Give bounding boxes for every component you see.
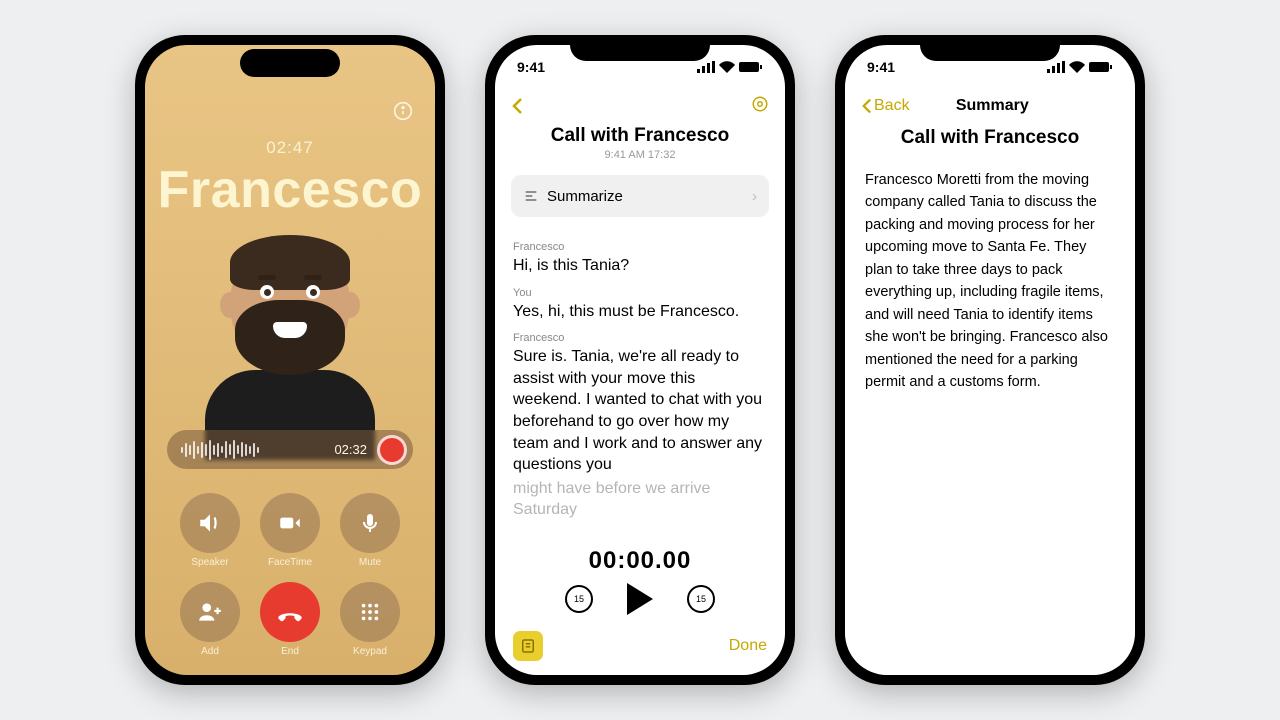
speaker-label: You <box>513 287 767 299</box>
skip-forward-button[interactable]: 15 <box>687 585 715 613</box>
speaker-button[interactable]: Speaker <box>177 493 243 568</box>
playback-time: 00:00.00 <box>495 547 785 575</box>
call-duration: 02:47 <box>145 138 435 158</box>
status-time: 9:41 <box>517 59 545 75</box>
transcript-body[interactable]: Francesco Hi, is this Tania? You Yes, hi… <box>495 217 785 539</box>
mute-button[interactable]: Mute <box>337 493 403 568</box>
phone-transcript-mockup: 9:41 Call with Francesco 9:41 AM 17:32 S… <box>485 35 795 685</box>
play-button[interactable] <box>627 583 653 615</box>
recording-pill[interactable]: 02:32 <box>167 430 413 469</box>
transcript-line: Yes, hi, this must be Francesco. <box>513 301 767 323</box>
back-button[interactable]: Back <box>861 97 910 115</box>
record-button[interactable] <box>377 435 407 465</box>
facetime-button[interactable]: FaceTime <box>257 493 323 568</box>
waveform-icon <box>181 440 324 460</box>
info-icon[interactable] <box>393 101 413 126</box>
phone-call-mockup: 9:41 02:47 Francesco 02:32 Speaker <box>135 35 445 685</box>
speaker-label: Francesco <box>513 241 767 253</box>
add-call-button[interactable]: Add <box>177 582 243 657</box>
summarize-label: Summarize <box>547 188 623 205</box>
speaker-label: Francesco <box>513 332 767 344</box>
caller-avatar <box>190 230 390 424</box>
phone-summary-mockup: 9:41 Back Summary Call with Francesco Fr… <box>835 35 1145 685</box>
back-button[interactable] <box>511 97 523 115</box>
transcript-line: Hi, is this Tania? <box>513 255 767 277</box>
summary-title: Call with Francesco <box>845 127 1135 149</box>
notes-app-icon[interactable] <box>513 631 543 661</box>
chevron-right-icon: › <box>752 188 757 205</box>
summary-text: Francesco Moretti from the moving compan… <box>845 161 1135 402</box>
status-icons <box>1047 61 1113 73</box>
recording-time: 02:32 <box>334 442 367 457</box>
transcript-line: Sure is. Tania, we're all ready to assis… <box>513 346 767 476</box>
summarize-button[interactable]: Summarize › <box>511 175 769 217</box>
call-controls: Speaker FaceTime Mute Add End Keypad <box>145 475 435 675</box>
status-time: 9:41 <box>867 59 895 75</box>
page-title: Call with Francesco <box>495 125 785 147</box>
keypad-button[interactable]: Keypad <box>337 582 403 657</box>
dynamic-island <box>240 49 340 77</box>
page-subtitle: 9:41 AM 17:32 <box>495 149 785 161</box>
skip-back-button[interactable]: 15 <box>565 585 593 613</box>
done-button[interactable]: Done <box>729 637 767 655</box>
end-call-button[interactable]: End <box>257 582 323 657</box>
nav-title: Summary <box>956 97 1029 115</box>
caller-name: Francesco <box>145 160 435 220</box>
share-icon[interactable] <box>751 95 769 118</box>
notch <box>920 35 1060 61</box>
status-icons <box>697 61 763 73</box>
audio-player: 00:00.00 15 15 <box>495 539 785 625</box>
transcript-line: might have before we arrive Saturday <box>513 478 767 521</box>
notch <box>570 35 710 61</box>
